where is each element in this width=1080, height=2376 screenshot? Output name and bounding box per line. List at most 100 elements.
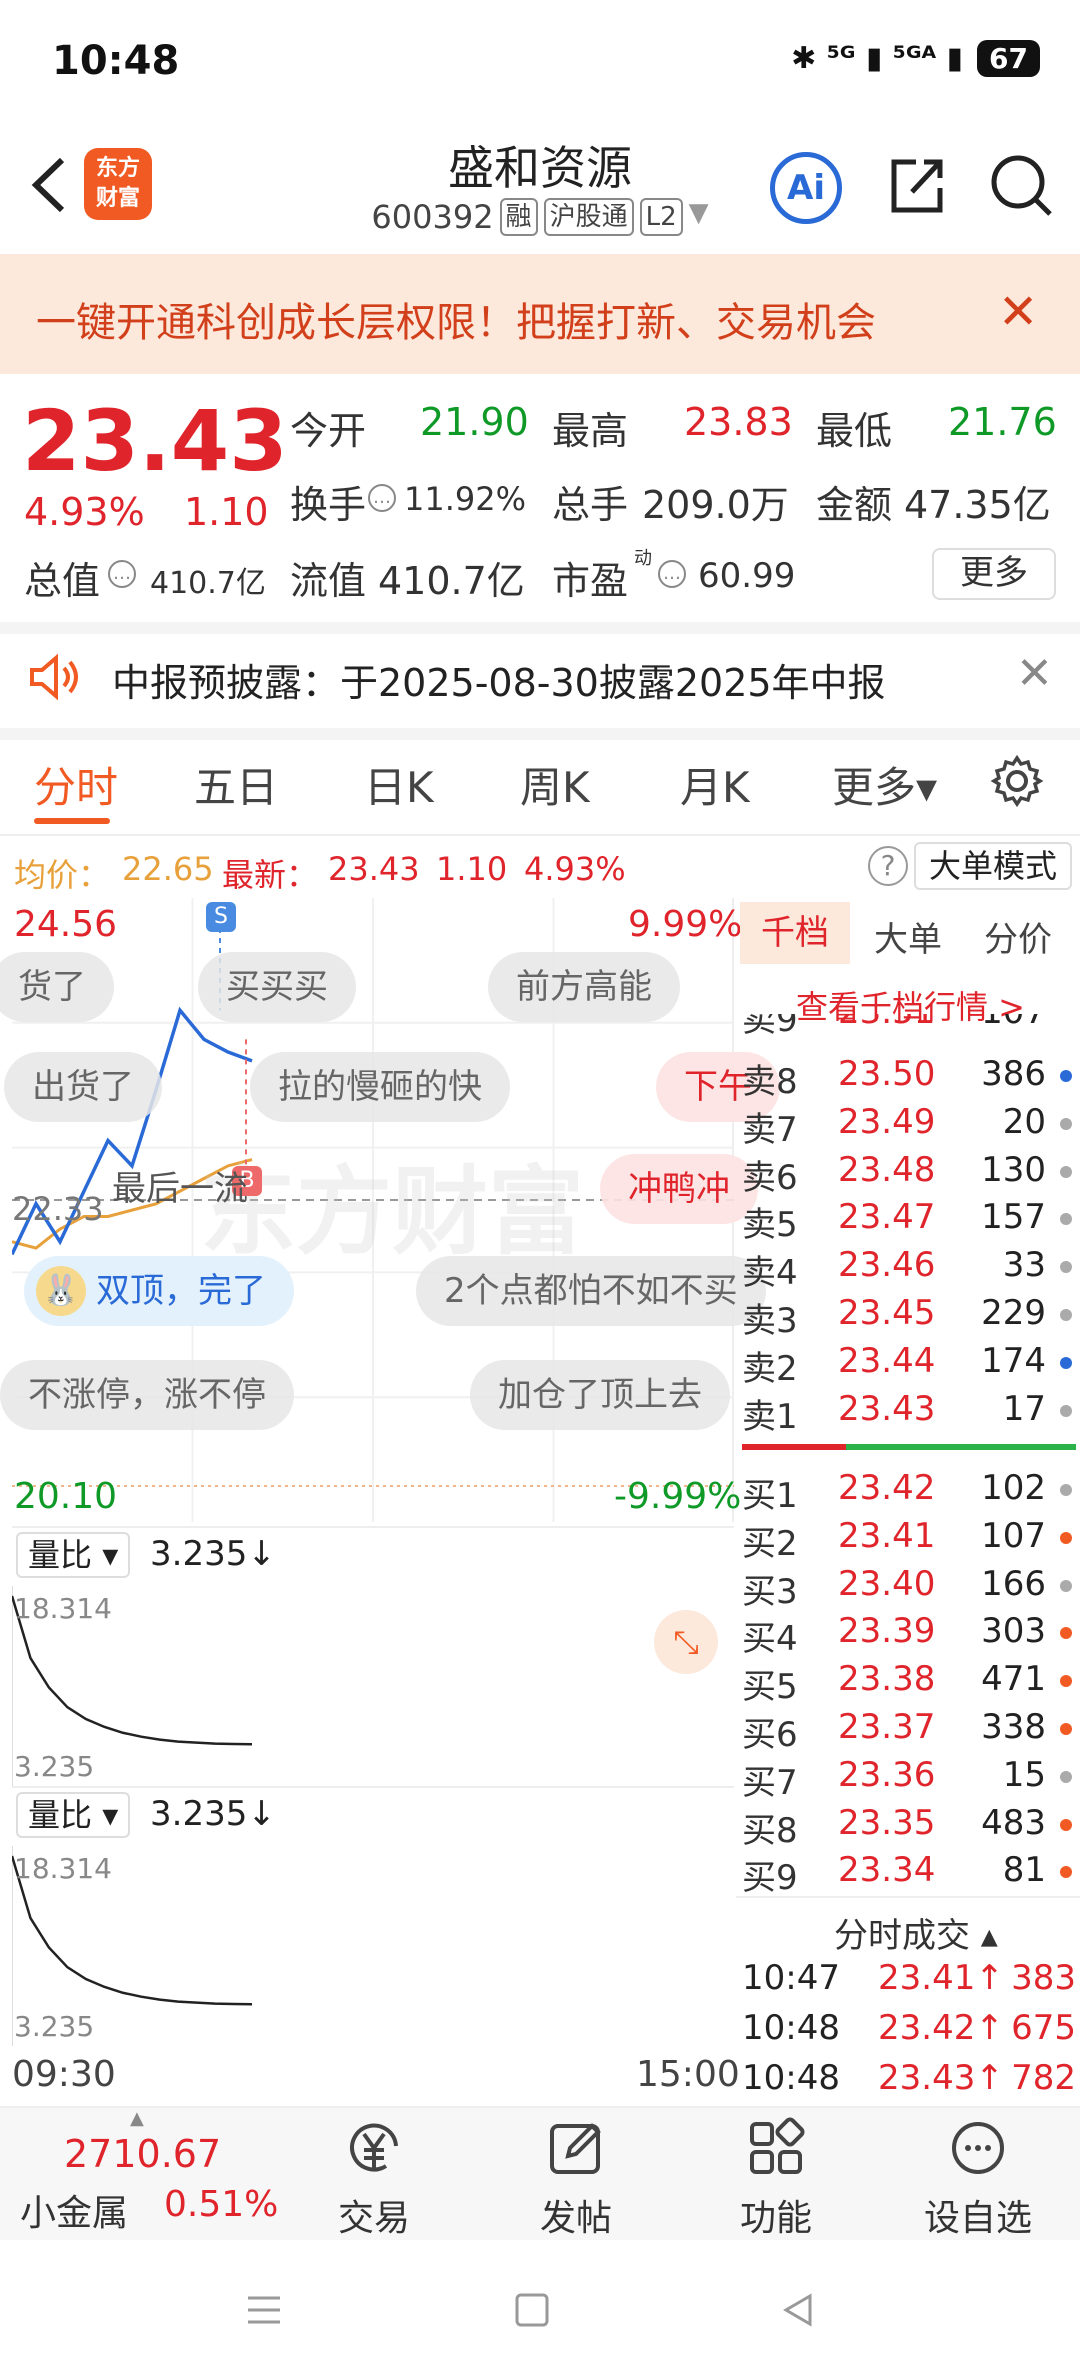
tab-monthly-k[interactable]: 月K	[680, 754, 750, 815]
help-icon[interactable]: ?	[868, 846, 908, 886]
tab-orderbook-1000[interactable]: 千档	[740, 902, 850, 964]
trade-price: 23.43↑	[878, 2058, 1004, 2098]
gear-icon[interactable]	[990, 754, 1044, 808]
orderbook-bid-row[interactable]: 买8 23.35 483	[742, 1803, 1076, 1851]
comment-bubble[interactable]: 出货了	[4, 1052, 162, 1122]
orderbook-ask-row[interactable]: 卖5 23.47 157	[742, 1197, 1076, 1245]
volume-ratio-select[interactable]: 量比 ▾	[16, 1792, 131, 1838]
last-change: 1.10	[436, 850, 508, 888]
search-icon[interactable]	[988, 152, 1054, 218]
tab-orderbook-large[interactable]: 大单	[874, 912, 942, 961]
tab-intraday[interactable]: 分时	[34, 754, 118, 815]
comment-bubble[interactable]: 货了	[0, 952, 114, 1022]
orderbook-bid-row[interactable]: 买4 23.39 303	[742, 1611, 1076, 1659]
orderbook-bid-row[interactable]: 买7 23.36 15	[742, 1755, 1076, 1803]
toolbar-functions[interactable]: 功能	[676, 2116, 876, 2241]
sell-marker[interactable]: S	[206, 902, 236, 932]
ob-price: 23.39	[838, 1611, 936, 1652]
toolbar-add-watchlist[interactable]: 设自选	[878, 2116, 1078, 2241]
ob-label: 卖7	[742, 1109, 798, 1150]
big-order-mode-button[interactable]: 大单模式	[914, 842, 1072, 890]
comment-bubble[interactable]: 买买买	[198, 952, 356, 1022]
orderbook-bid-row[interactable]: 买9 23.34 81	[742, 1850, 1076, 1898]
info-icon[interactable]: …	[658, 560, 686, 588]
orderbook-bid-row[interactable]: 买3 23.40 166	[742, 1564, 1076, 1612]
orderbook-ask-row[interactable]: 卖1 23.43 17	[742, 1389, 1076, 1437]
high-label: 最高	[552, 409, 629, 453]
trade-volume: 383	[1011, 1958, 1076, 1998]
more-button[interactable]: 更多	[932, 548, 1056, 600]
tab-more[interactable]: 更多▾	[832, 754, 937, 815]
notice-close-icon[interactable]: ✕	[1016, 648, 1053, 699]
ob-volume: 174	[981, 1340, 1046, 1381]
index-name[interactable]: 小金属	[20, 2184, 128, 2236]
tag-l2: L2	[639, 198, 683, 236]
toolbar-trade[interactable]: 交易	[274, 2116, 474, 2241]
comment-bubble[interactable]: 前方高能	[488, 952, 680, 1022]
orderbook-bid-row[interactable]: 买6 23.37 338	[742, 1707, 1076, 1755]
trade-row[interactable]: 10:47 23.41↑ 383	[742, 1958, 1076, 2004]
menu-icon[interactable]	[244, 2290, 284, 2330]
ob-label: 买2	[742, 1523, 798, 1564]
ob-volume: 107	[981, 1515, 1046, 1556]
avatar[interactable]: 🐰	[36, 1266, 86, 1316]
orderbook-bid-row[interactable]: 买1 23.42 102	[742, 1468, 1076, 1516]
volume-ratio-select[interactable]: 量比 ▾	[16, 1532, 131, 1578]
ob-label: 卖1	[742, 1396, 798, 1437]
promo-banner-text[interactable]: 一键开通科创成长层权限！把握打新、交易机会	[36, 290, 876, 348]
float-label: 流值	[290, 559, 367, 603]
back-nav-icon[interactable]	[778, 2290, 818, 2330]
orderbook-ask-row[interactable]: 卖4 23.46 33	[742, 1245, 1076, 1293]
comment-bubble[interactable]: 不涨停，涨不停	[0, 1360, 294, 1430]
dropdown-icon[interactable]: ▼	[689, 198, 709, 236]
ob-price: 23.35	[838, 1802, 936, 1843]
trades-header[interactable]: 分时成交 ▴	[834, 1908, 998, 1957]
trade-price: 23.42↑	[878, 2008, 1004, 2048]
share-icon[interactable]	[886, 152, 948, 218]
banner-close-icon[interactable]: ✕	[998, 284, 1038, 340]
orderbook-ask-row[interactable]: 卖2 23.44 174	[742, 1341, 1076, 1389]
pe-superscript: 动	[634, 548, 652, 569]
ob-dot	[1060, 1579, 1072, 1592]
comment-bubble[interactable]: 2个点都怕不如不买	[416, 1256, 766, 1326]
amount-label: 金额	[816, 483, 893, 527]
ob-label: 卖6	[742, 1157, 798, 1198]
expand-icon[interactable]: ⤡	[654, 1610, 718, 1674]
ob-dot	[1060, 1675, 1072, 1688]
orderbook-ask-row[interactable]: 卖8 23.50 386	[742, 1054, 1076, 1102]
status-icons: ✱ ⁵ᴳ ▮ ⁵ᴳᴬ ▮ 67	[791, 40, 1040, 77]
ai-button[interactable]: Ai	[770, 152, 842, 224]
tab-weekly-k[interactable]: 周K	[520, 754, 590, 815]
toolbar-post[interactable]: 发帖	[476, 2116, 676, 2241]
orderbook-ask-row[interactable]: 卖3 23.45 229	[742, 1293, 1076, 1341]
index-pct[interactable]: 0.51%	[164, 2184, 278, 2225]
trade-row[interactable]: 10:48 23.43↑ 782	[742, 2058, 1076, 2104]
index-value[interactable]: 2710.67	[64, 2132, 221, 2176]
orderbook-ask-row[interactable]: 卖6 23.48 130	[742, 1150, 1076, 1198]
ob-dot	[1060, 1818, 1072, 1831]
orderbook-bid-row[interactable]: 买2 23.41 107	[742, 1516, 1076, 1564]
last-value: 23.43	[328, 850, 420, 888]
trade-time: 10:48	[742, 2008, 840, 2048]
toolbar-trade-label: 交易	[337, 2198, 410, 2239]
tab-orderbook-price[interactable]: 分价	[984, 912, 1052, 961]
vr-min-label: 3.235	[14, 2010, 95, 2043]
orderbook-ask-row[interactable]: 卖7 23.49 20	[742, 1102, 1076, 1150]
comment-bubble[interactable]: 加仓了顶上去	[470, 1360, 730, 1430]
volume-ratio-label: 量比	[28, 1536, 93, 1574]
mktcap-label: 总值	[24, 559, 101, 603]
comment-bubble[interactable]: 拉的慢砸的快	[250, 1052, 510, 1122]
home-icon[interactable]	[512, 2290, 552, 2330]
ob-volume: 157	[981, 1197, 1046, 1238]
notice-text[interactable]: 中报预披露：于2025-08-30披露2025年中报	[112, 652, 886, 707]
comment-bubble[interactable]: 最后一流	[84, 1154, 276, 1224]
ob-dot	[1060, 1356, 1072, 1369]
tab-five-day[interactable]: 五日	[194, 754, 278, 815]
info-icon[interactable]: …	[368, 484, 396, 512]
toolbar-functions-label: 功能	[739, 2198, 812, 2239]
trade-row[interactable]: 10:48 23.42↑ 675	[742, 2008, 1076, 2054]
comment-bubble[interactable]: 冲鸭冲	[600, 1154, 758, 1224]
tab-daily-k[interactable]: 日K	[364, 754, 434, 815]
info-icon[interactable]: …	[108, 560, 136, 588]
orderbook-bid-row[interactable]: 买5 23.38 471	[742, 1659, 1076, 1707]
